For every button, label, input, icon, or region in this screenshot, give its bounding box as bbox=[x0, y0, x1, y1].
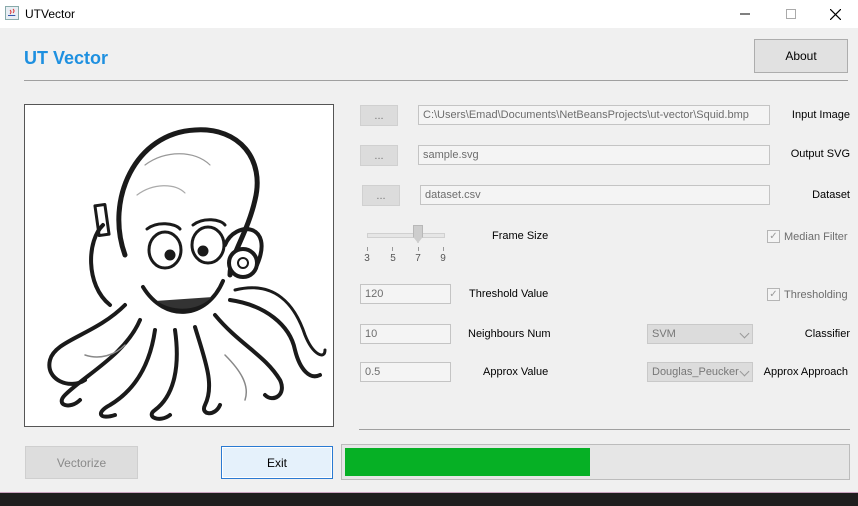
about-button[interactable]: About bbox=[754, 39, 848, 73]
window-title: UTVector bbox=[25, 7, 76, 21]
close-icon[interactable] bbox=[812, 0, 858, 28]
slider-tick-label: 7 bbox=[415, 253, 421, 264]
frame-size-label: Frame Size bbox=[492, 230, 549, 242]
slider-tick-label: 9 bbox=[440, 253, 446, 264]
approx-approach-value: Douglas_Peucker bbox=[652, 366, 739, 378]
input-image-field[interactable]: C:\Users\Emad\Documents\NetBeansProjects… bbox=[418, 105, 770, 125]
minimize-icon[interactable] bbox=[722, 0, 768, 28]
progress-fill bbox=[345, 448, 590, 476]
app-title: UT Vector bbox=[24, 48, 109, 68]
neighbours-num-label: Neighbours Num bbox=[468, 328, 551, 340]
median-filter-checkbox[interactable]: ✓ Median Filter bbox=[767, 230, 848, 243]
output-svg-browse-button[interactable]: ... bbox=[360, 145, 398, 166]
checkmark-icon: ✓ bbox=[767, 230, 780, 243]
approx-approach-label: Approx Approach bbox=[763, 366, 848, 378]
slider-tick bbox=[392, 247, 393, 251]
frame-size-slider[interactable]: 3 5 7 9 bbox=[364, 224, 447, 268]
slider-tick-label: 5 bbox=[390, 253, 396, 264]
slider-thumb[interactable] bbox=[413, 225, 423, 243]
threshold-value-field[interactable]: 120 bbox=[360, 284, 451, 304]
slider-track bbox=[367, 233, 445, 238]
progress-bar bbox=[341, 444, 850, 480]
exit-button[interactable]: Exit bbox=[221, 446, 333, 479]
approx-approach-select[interactable]: Douglas_Peucker bbox=[647, 362, 753, 382]
vectorize-button[interactable]: Vectorize bbox=[25, 446, 138, 479]
actions-divider bbox=[359, 429, 850, 430]
neighbours-num-field[interactable]: 10 bbox=[360, 324, 451, 344]
header-divider bbox=[24, 80, 848, 81]
threshold-value-label: Threshold Value bbox=[469, 288, 549, 300]
median-filter-label: Median Filter bbox=[784, 230, 848, 243]
input-image-browse-button[interactable]: ... bbox=[360, 105, 398, 126]
input-image-label: Input Image bbox=[791, 109, 850, 121]
thresholding-checkbox[interactable]: ✓ Thresholding bbox=[767, 288, 848, 301]
thresholding-label: Thresholding bbox=[784, 288, 848, 301]
app-window: UTVector UT Vector About ... C:\Users\Em… bbox=[0, 0, 858, 493]
slider-tick bbox=[443, 247, 444, 251]
classifier-select[interactable]: SVM bbox=[647, 324, 753, 344]
checkmark-icon: ✓ bbox=[767, 288, 780, 301]
chevron-down-icon bbox=[739, 328, 750, 339]
dataset-field[interactable]: dataset.csv bbox=[420, 185, 770, 205]
dataset-label: Dataset bbox=[812, 189, 850, 201]
output-svg-label: Output SVG bbox=[790, 148, 850, 160]
slider-tick bbox=[367, 247, 368, 251]
chevron-down-icon bbox=[739, 366, 750, 377]
approx-value-label: Approx Value bbox=[483, 366, 549, 378]
dataset-browse-button[interactable]: ... bbox=[362, 185, 400, 206]
classifier-label: Classifier bbox=[804, 328, 850, 340]
slider-tick bbox=[418, 247, 419, 251]
classifier-value: SVM bbox=[652, 328, 676, 340]
approx-value-field[interactable]: 0.5 bbox=[360, 362, 451, 382]
java-app-icon bbox=[5, 6, 19, 20]
output-svg-field[interactable]: sample.svg bbox=[418, 145, 770, 165]
input-image-preview bbox=[24, 104, 334, 427]
maximize-icon[interactable] bbox=[768, 0, 814, 28]
slider-tick-label: 3 bbox=[364, 253, 370, 264]
title-bar: UTVector bbox=[0, 0, 858, 28]
